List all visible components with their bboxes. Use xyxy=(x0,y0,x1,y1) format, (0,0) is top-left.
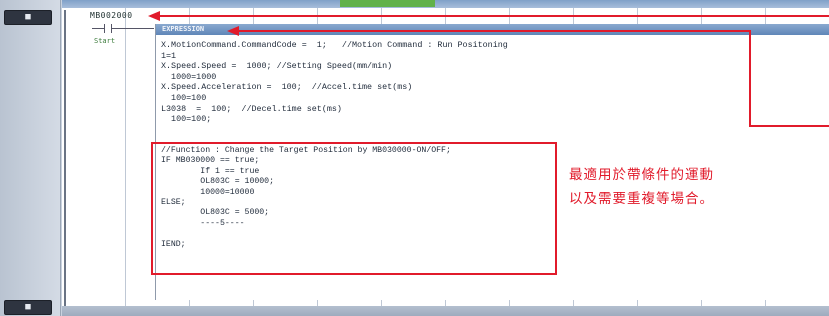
code-line[interactable]: X.Speed.Acceleration = 100; //Accel.time… xyxy=(161,82,412,93)
editor-top-bar xyxy=(62,0,829,8)
arrow-line-horizontal xyxy=(749,125,829,127)
no-contact-icon[interactable] xyxy=(92,24,124,33)
rung-gutter xyxy=(0,0,61,316)
editor-status-indicator xyxy=(340,0,435,7)
code-line[interactable]: 1=1 xyxy=(161,51,176,62)
code-line[interactable]: 100=100; xyxy=(161,114,211,125)
expression-title: EXPRESSION xyxy=(162,25,205,33)
arrow-head-icon xyxy=(148,11,160,21)
highlight-box xyxy=(151,142,557,275)
next-rung-strip xyxy=(62,306,829,316)
arrow-line-to-contact xyxy=(160,15,829,17)
contact-label: Start xyxy=(94,37,116,45)
arrow-line-vertical xyxy=(749,30,751,127)
arrow-line-to-expression xyxy=(239,30,749,32)
caption-line-2: 以及需要重複等場合。 xyxy=(569,191,714,207)
rung-wire xyxy=(124,28,154,29)
rung-number-button[interactable]: ■ xyxy=(4,300,52,315)
code-line[interactable]: 1000=1000 xyxy=(161,72,216,83)
code-line[interactable]: 100=100 xyxy=(161,93,206,104)
code-line[interactable]: X.MotionCommand.CommandCode = 1; //Motio… xyxy=(161,40,508,51)
left-power-rail xyxy=(64,10,66,306)
code-line[interactable]: X.Speed.Speed = 1000; //Setting Speed(mm… xyxy=(161,61,392,72)
rung-number-button[interactable]: ■ xyxy=(4,10,52,25)
caption-line-1: 最適用於帶條件的運動 xyxy=(569,167,714,183)
code-line[interactable]: L3038 = 100; //Decel.time set(ms) xyxy=(161,104,342,115)
contact-address[interactable]: MB002000 xyxy=(90,11,133,20)
arrow-head-icon xyxy=(227,26,239,36)
